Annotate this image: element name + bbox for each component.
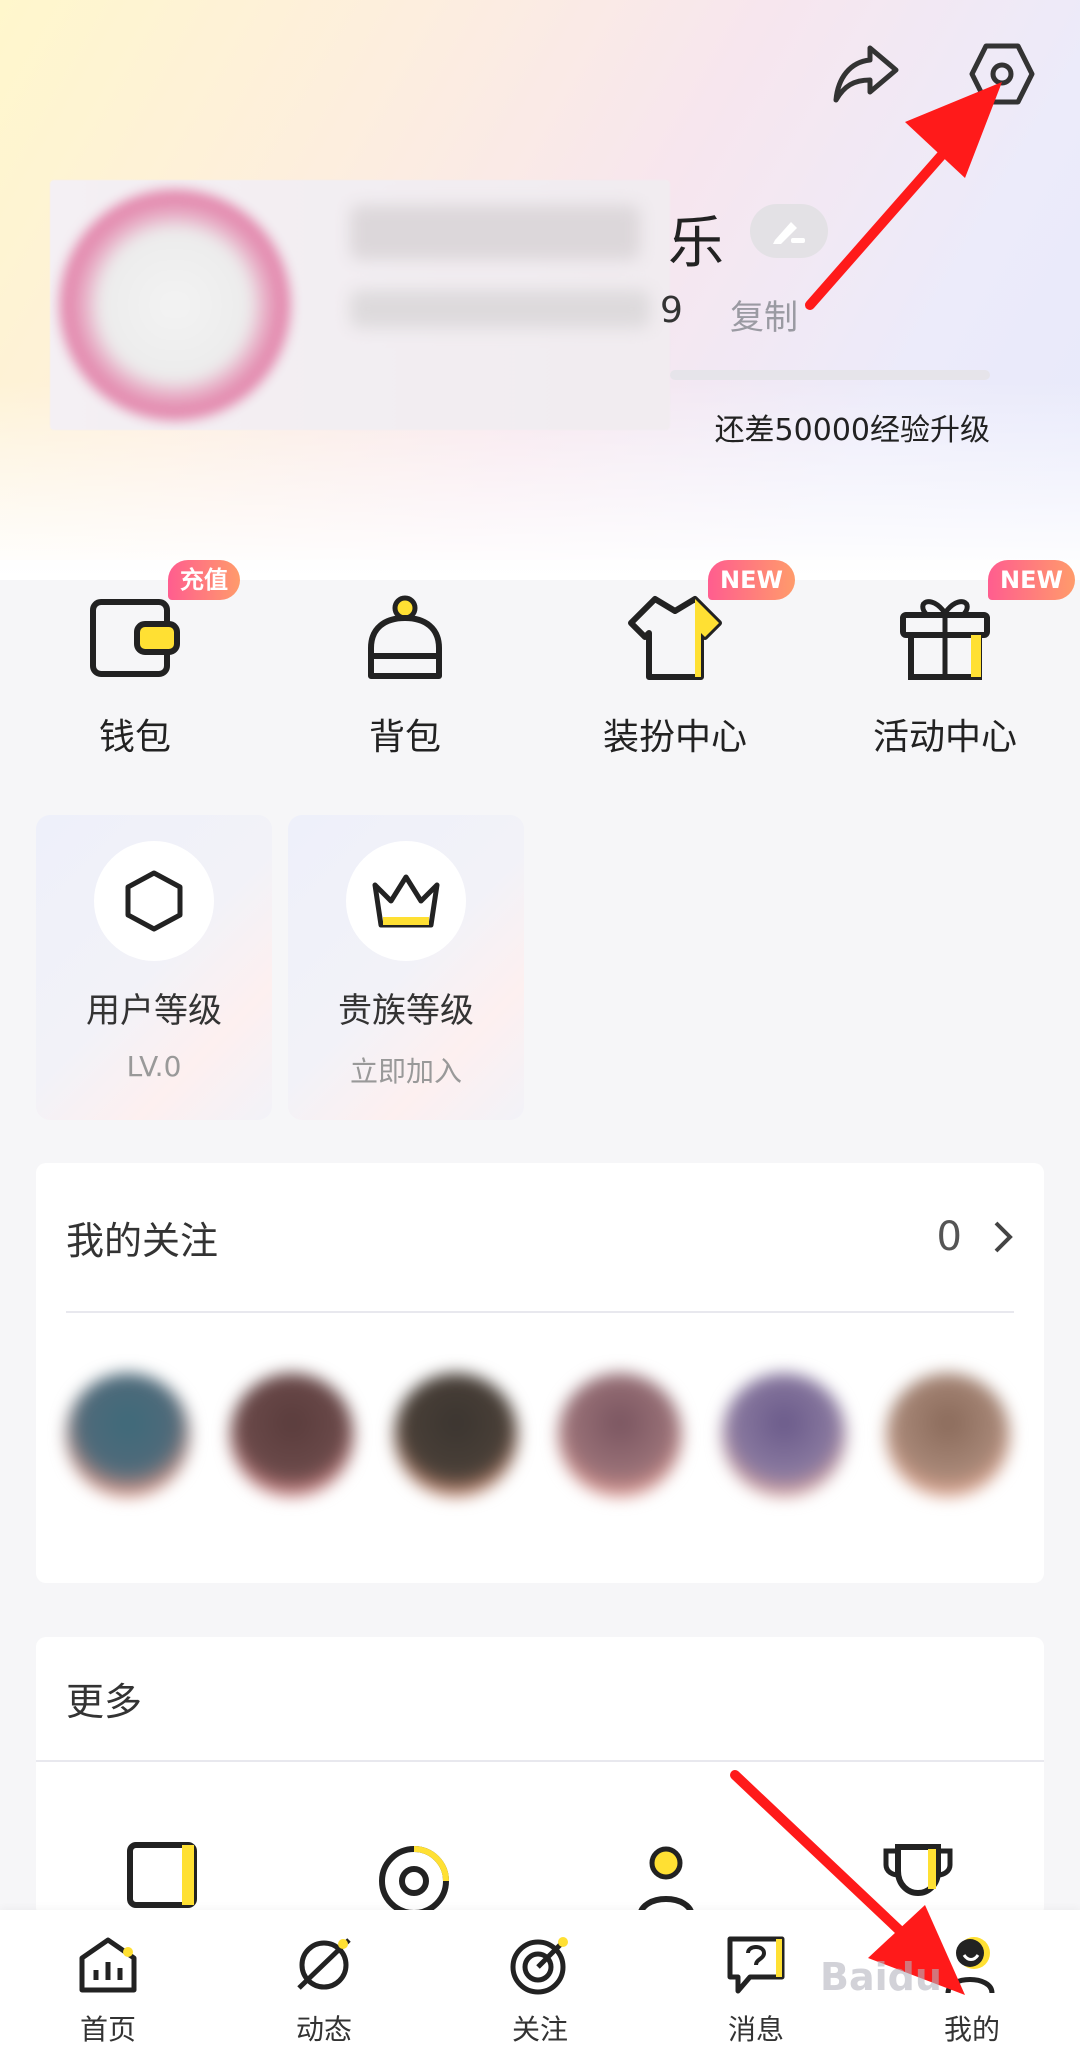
shortcut-grid: 充值 钱包 背包 NEW 装扮中心 NEW 活动中心: [0, 560, 1080, 780]
shortcut-backpack[interactable]: 背包: [270, 560, 540, 780]
more-title: 更多: [66, 1680, 143, 1724]
more-icons-row: [36, 1837, 1044, 1917]
watermark-logo: Baidu: [820, 1955, 942, 1999]
user-level-card[interactable]: 用户等级 LV.0: [36, 815, 272, 1120]
following-avatar[interactable]: [558, 1373, 682, 1497]
tab-label: 动态: [295, 2013, 352, 2046]
tshirt-icon: [625, 588, 725, 688]
following-count: 0: [936, 1214, 962, 1260]
shortcut-wallet[interactable]: 充值 钱包: [0, 560, 270, 780]
copy-id-button[interactable]: 复制: [730, 290, 798, 339]
user-id-tail: 9: [660, 290, 683, 331]
user-level-value: LV.0: [126, 1050, 182, 1083]
tab-label: 消息: [727, 2013, 784, 2046]
blurred-profile-area: [50, 180, 670, 430]
disc-icon[interactable]: [288, 1837, 540, 1917]
my-following-card: 我的关注 0: [36, 1163, 1044, 1583]
following-avatar[interactable]: [66, 1373, 190, 1497]
gift-icon: [895, 588, 995, 688]
exp-progress-bar: [670, 370, 990, 380]
recharge-badge: 充值: [168, 560, 240, 600]
message-icon: [721, 1930, 791, 2000]
backpack-icon: [355, 588, 455, 688]
blurred-user-id: [350, 290, 650, 328]
shortcut-label: 背包: [368, 717, 441, 758]
home-chart-icon: [73, 1930, 143, 2000]
profile-section: 乐 9 复制 还差50000经验升级: [50, 180, 1050, 448]
profile-icon: [937, 1930, 1007, 2000]
message-square-icon[interactable]: [36, 1837, 288, 1917]
hexagon-icon: [94, 841, 214, 961]
tab-label: 首页: [79, 2013, 136, 2046]
settings-icon[interactable]: [964, 36, 1040, 112]
my-following-header[interactable]: 我的关注 0: [66, 1163, 1014, 1313]
tab-follow[interactable]: 关注: [432, 1910, 648, 2060]
shortcut-label: 活动中心: [872, 717, 1017, 758]
new-badge: NEW: [708, 560, 795, 600]
more-card: 更多: [36, 1637, 1044, 1917]
person-icon[interactable]: [540, 1837, 792, 1917]
chevron-right-icon: [994, 1221, 1013, 1253]
noble-level-card[interactable]: 贵族等级 立即加入: [288, 815, 524, 1120]
trophy-icon[interactable]: [792, 1837, 1044, 1917]
tab-label: 关注: [511, 2013, 568, 2046]
top-right-actions: [828, 36, 1040, 112]
shortcut-dressup[interactable]: NEW 装扮中心: [540, 560, 810, 780]
crown-icon: [346, 841, 466, 961]
tab-label: 我的: [943, 2013, 1000, 2046]
level-cards: 用户等级 LV.0 贵族等级 立即加入: [36, 815, 524, 1120]
blurred-username: [350, 205, 640, 260]
exp-remaining-text: 还差50000经验升级: [714, 413, 990, 448]
noble-level-title: 贵族等级: [338, 991, 474, 1031]
pencil-icon: [773, 222, 805, 244]
username-tail: 乐: [668, 211, 724, 276]
new-badge: NEW: [988, 560, 1075, 600]
share-icon[interactable]: [828, 36, 904, 112]
wallet-icon: [85, 588, 185, 688]
planet-icon: [289, 1930, 359, 2000]
tab-home[interactable]: 首页: [0, 1910, 216, 2060]
following-avatar[interactable]: [394, 1373, 518, 1497]
my-following-title: 我的关注: [66, 1218, 219, 1263]
following-avatars: [66, 1373, 1010, 1497]
target-icon: [505, 1930, 575, 2000]
following-avatar[interactable]: [230, 1373, 354, 1497]
shortcut-label: 装扮中心: [602, 717, 747, 758]
following-avatar[interactable]: [886, 1373, 1010, 1497]
shortcut-activity[interactable]: NEW 活动中心: [810, 560, 1080, 780]
following-avatar[interactable]: [722, 1373, 846, 1497]
avatar[interactable]: [60, 190, 290, 420]
shortcut-label: 钱包: [98, 717, 171, 758]
noble-join-link[interactable]: 立即加入: [350, 1050, 462, 1090]
edit-profile-button[interactable]: [750, 204, 828, 258]
user-level-title: 用户等级: [86, 991, 222, 1031]
tab-moments[interactable]: 动态: [216, 1910, 432, 2060]
